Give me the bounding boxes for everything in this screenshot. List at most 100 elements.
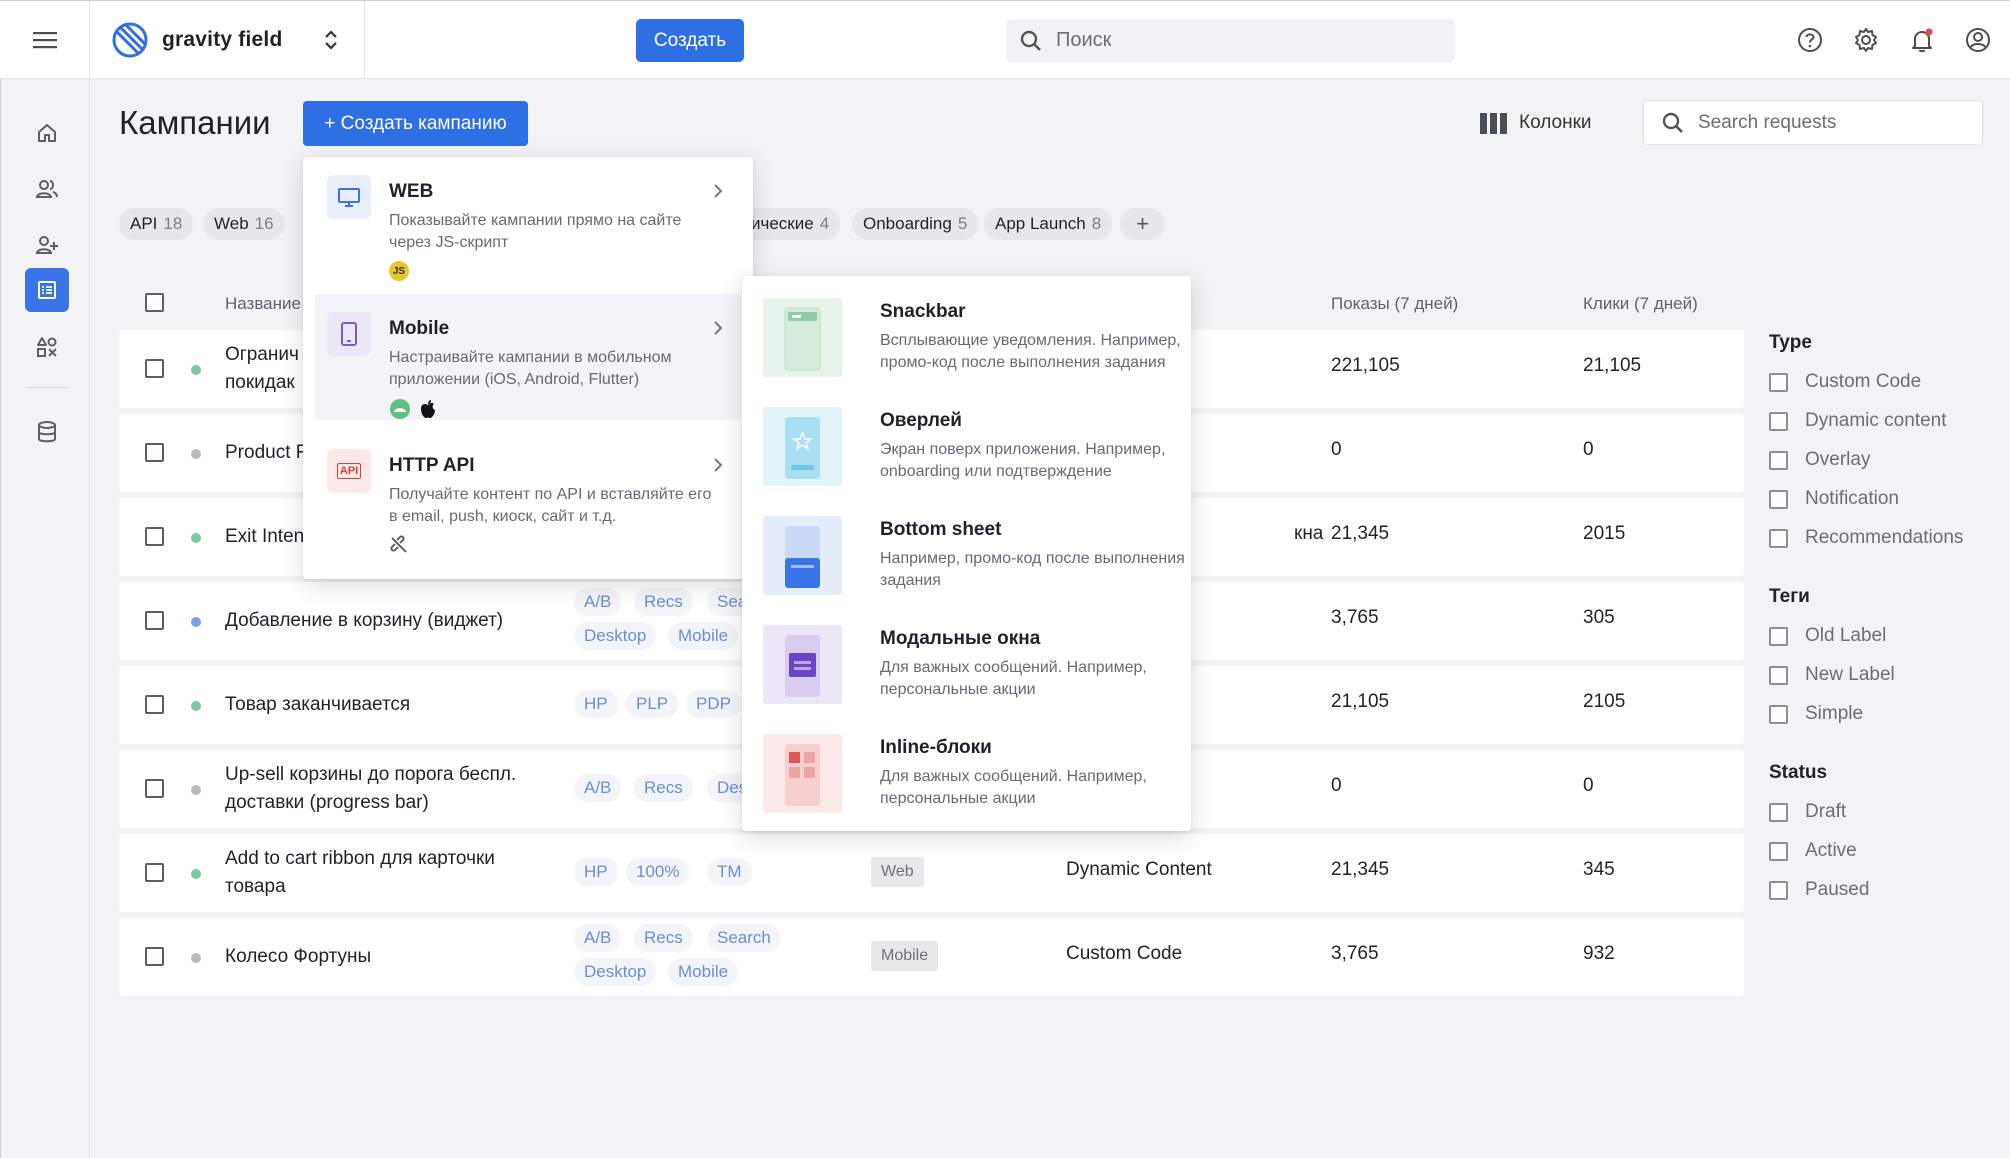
columns-button[interactable]: Колонки [1480, 106, 1592, 140]
submenu-item-bottom-sheet[interactable]: Bottom sheet Например, промо-код после в… [763, 516, 1185, 624]
row-checkbox[interactable] [145, 527, 164, 546]
header-clicks[interactable]: Клики (7 дней) [1583, 294, 1698, 314]
checkbox[interactable] [1769, 880, 1788, 900]
filter-status-option[interactable]: Draft [1769, 800, 1846, 824]
clicks: 305 [1583, 607, 1615, 628]
campaign-tag[interactable]: HP [574, 858, 618, 886]
header-impressions[interactable]: Показы (7 дней) [1331, 294, 1458, 314]
filter-type-option[interactable]: Notification [1769, 487, 1899, 511]
campaign-tag[interactable]: HP [574, 690, 618, 718]
submenu-item-inline[interactable]: Inline-блоки Для важных сообщений. Напри… [763, 734, 1183, 842]
campaign-tag[interactable]: Desktop [574, 622, 657, 650]
filter-type-option[interactable]: Recommendations [1769, 526, 1963, 550]
filter-status-option[interactable]: Active [1769, 839, 1857, 863]
campaign-name[interactable]: Exit Inten [225, 523, 304, 551]
checkbox[interactable] [1769, 841, 1788, 861]
campaign-tag[interactable]: Recs [634, 588, 693, 616]
filter-chip[interactable]: Web 16 [203, 208, 285, 240]
nav-elements[interactable] [25, 325, 69, 369]
campaign-tag[interactable]: A/B [574, 924, 622, 952]
campaign-tag[interactable]: Recs [634, 774, 693, 802]
filter-tag-option[interactable]: New Label [1769, 663, 1895, 687]
checkbox[interactable] [1769, 450, 1788, 470]
campaign-tag[interactable]: A/B [574, 588, 622, 616]
account-button[interactable] [1950, 12, 2006, 68]
row-checkbox[interactable] [145, 611, 164, 630]
campaign-tag[interactable]: PLP [626, 690, 679, 718]
menu-item-web[interactable]: WEB Показывайте кампании прямо на сайте … [315, 157, 741, 283]
campaign-tag[interactable]: Mobile [668, 958, 739, 986]
submenu-item-modal[interactable]: Модальные окна Для важных сообщений. Нап… [763, 625, 1183, 733]
impressions: 0 [1331, 439, 1342, 460]
nav-database[interactable] [25, 410, 69, 454]
requests-search[interactable] [1643, 100, 1983, 145]
monitor-icon [327, 175, 371, 219]
nav-home[interactable] [25, 111, 69, 155]
campaign-tag[interactable]: PDP [686, 690, 741, 718]
help-button[interactable] [1782, 12, 1838, 68]
campaign-tag[interactable]: 100% [626, 858, 690, 886]
platform-badges [389, 398, 437, 420]
campaign-tag[interactable]: Mobile [668, 622, 739, 650]
api-icon: API [327, 449, 371, 493]
table-row[interactable]: Колесо Фортуны A/B Recs Search Desktop M… [119, 918, 1744, 996]
checkbox[interactable] [1769, 704, 1788, 724]
checkbox[interactable] [1769, 411, 1788, 431]
header-name[interactable]: Название [225, 294, 301, 314]
campaign-tag[interactable]: A/B [574, 774, 622, 802]
campaign-tag[interactable]: Search [707, 924, 781, 952]
campaign-tag[interactable]: Desktop [574, 958, 657, 986]
nav-add-user[interactable] [25, 223, 69, 267]
create-button[interactable]: Создать [636, 19, 744, 62]
campaign-name[interactable]: Товар заканчивается [225, 691, 410, 719]
submenu-item-snackbar[interactable]: Snackbar Всплывающие уведомления. Наприм… [763, 298, 1183, 406]
campaign-name[interactable]: Огранич покидак [225, 341, 299, 397]
checkbox[interactable] [1769, 528, 1788, 548]
checkbox[interactable] [1769, 665, 1788, 685]
filter-chip[interactable]: API 18 [119, 208, 194, 240]
global-search-input[interactable] [1056, 29, 1436, 52]
campaign-name[interactable]: Add to cart ribbon для карточки товара [225, 845, 495, 901]
row-checkbox[interactable] [145, 359, 164, 378]
filter-tag-option[interactable]: Simple [1769, 702, 1863, 726]
row-checkbox[interactable] [145, 779, 164, 798]
checkbox[interactable] [1769, 489, 1788, 509]
submenu-item-overlay[interactable]: Оверлей Экран поверх приложения. Наприме… [763, 407, 1183, 515]
side-nav [0, 79, 90, 1158]
filter-type-option[interactable]: Dynamic content [1769, 409, 1947, 433]
row-checkbox[interactable] [145, 443, 164, 462]
add-chip-button[interactable]: + [1120, 208, 1165, 240]
row-checkbox[interactable] [145, 863, 164, 882]
menu-item-mobile[interactable]: Mobile Настраивайте кампании в мобильном… [315, 294, 741, 420]
campaign-name[interactable]: Добавление в корзину (виджет) [225, 607, 503, 635]
campaign-name[interactable]: Product F [225, 439, 307, 467]
filter-chip[interactable]: Onboarding 5 [852, 208, 979, 240]
brand-switcher[interactable]: gravity field [90, 1, 365, 79]
filter-chip[interactable]: App Launch 8 [984, 208, 1113, 240]
checkbox[interactable] [1769, 372, 1788, 392]
filter-type-option[interactable]: Overlay [1769, 448, 1870, 472]
filter-tag-option[interactable]: Old Label [1769, 624, 1886, 648]
requests-search-input[interactable] [1698, 111, 1978, 134]
campaign-name[interactable]: Колесо Фортуны [225, 943, 371, 971]
checkbox[interactable] [1769, 802, 1788, 822]
notifications-button[interactable] [1894, 12, 1950, 68]
row-checkbox[interactable] [145, 695, 164, 714]
campaign-name[interactable]: Up-sell корзины до порога беспл. доставки… [225, 761, 516, 817]
row-checkbox[interactable] [145, 947, 164, 966]
global-search[interactable] [1006, 19, 1455, 62]
nav-campaigns[interactable] [25, 268, 69, 312]
campaign-tag[interactable]: Recs [634, 924, 693, 952]
campaign-tag[interactable]: TM [707, 858, 752, 886]
checkbox[interactable] [1769, 626, 1788, 646]
filter-type-option[interactable]: Custom Code [1769, 370, 1921, 394]
create-campaign-button[interactable]: + Создать кампанию [303, 101, 528, 146]
filter-status-option[interactable]: Paused [1769, 878, 1869, 902]
select-all-checkbox[interactable] [145, 293, 164, 312]
menu-button[interactable] [0, 1, 90, 79]
nav-users[interactable] [25, 167, 69, 211]
filter-chip[interactable]: ические 4 [740, 208, 841, 240]
table-row[interactable]: Add to cart ribbon для карточки товара HP… [119, 834, 1744, 912]
settings-button[interactable] [1838, 12, 1894, 68]
menu-item-http-api[interactable]: API HTTP API Получайте контент по API и … [315, 431, 741, 557]
